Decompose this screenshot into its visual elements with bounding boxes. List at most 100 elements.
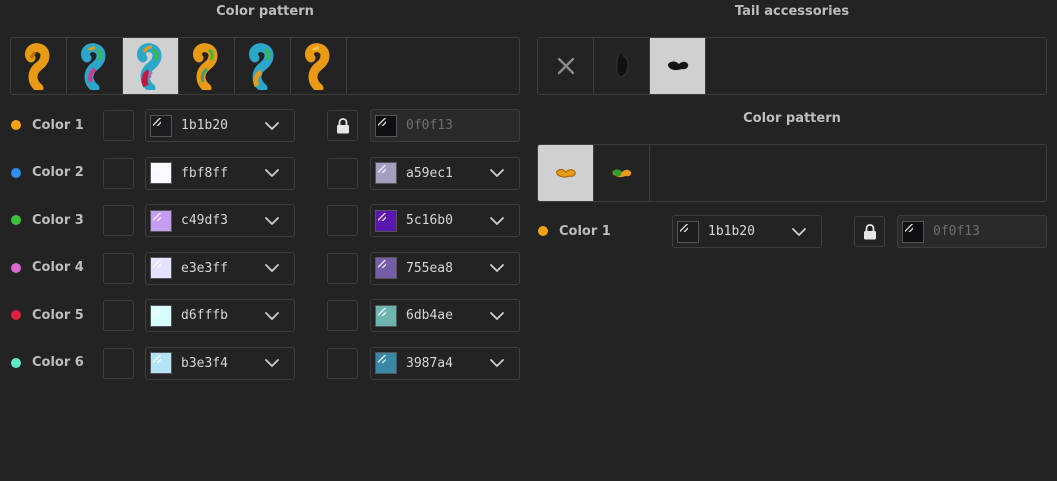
color-toggle-box[interactable] xyxy=(103,300,134,331)
hex-value: fbf8ff xyxy=(181,165,228,181)
accessory-dark-blob[interactable] xyxy=(594,38,650,94)
color-swatch xyxy=(150,114,172,137)
color-label-text: Color 2 xyxy=(32,165,84,180)
chevron-down-icon[interactable] xyxy=(485,306,509,326)
color-label-text: Color 1 xyxy=(559,223,611,239)
bow-icon xyxy=(667,61,688,71)
link-toggle-box[interactable] xyxy=(327,347,358,379)
hex-value: e3e3ff xyxy=(181,260,228,276)
color-dot xyxy=(11,262,21,273)
chevron-down-icon[interactable] xyxy=(485,163,509,183)
color-row-label: Color 4 xyxy=(11,258,84,278)
color-label-text: Color 1 xyxy=(32,117,84,133)
secondary-color-picker[interactable]: 6db4ae xyxy=(370,299,520,332)
lock-button[interactable] xyxy=(327,110,358,141)
chevron-down-icon[interactable] xyxy=(260,163,284,183)
link-toggle-box[interactable] xyxy=(327,300,358,331)
hex-value: c49df3 xyxy=(181,213,228,228)
tail-pattern-2-icon xyxy=(80,43,105,90)
chevron-down-icon[interactable] xyxy=(260,353,284,373)
secondary-color-picker[interactable]: 755ea8 xyxy=(370,251,520,285)
primary-color-picker[interactable]: d6fffb xyxy=(145,299,295,332)
secondary-color-picker: 0f0f13 xyxy=(370,109,520,142)
color-swatch xyxy=(150,352,172,374)
color-row-label: Color 2 xyxy=(11,163,84,183)
accessory-black-bow[interactable] xyxy=(650,38,706,94)
close-icon xyxy=(557,57,574,75)
color-dot xyxy=(11,215,21,225)
lock-icon xyxy=(336,117,350,134)
color-toggle-box[interactable] xyxy=(103,252,134,284)
hex-value: 755ea8 xyxy=(406,260,453,276)
chevron-down-icon[interactable] xyxy=(260,306,284,326)
hex-value: 0f0f13 xyxy=(406,118,453,133)
left-section-title: Color pattern xyxy=(216,4,314,19)
tail-pattern-strip xyxy=(10,37,520,95)
tail-pattern-4[interactable] xyxy=(179,38,235,94)
color-swatch xyxy=(150,304,172,327)
chevron-down-icon[interactable] xyxy=(787,222,811,242)
color-dot xyxy=(11,357,21,368)
chevron-down-icon[interactable] xyxy=(485,258,509,278)
link-toggle-box[interactable] xyxy=(327,205,358,236)
link-toggle-box[interactable] xyxy=(327,252,358,284)
hex-value: 1b1b20 xyxy=(708,224,755,239)
color-swatch xyxy=(150,162,172,184)
chevron-down-icon[interactable] xyxy=(260,258,284,278)
primary-color-picker[interactable]: b3e3f4 xyxy=(145,346,295,380)
accessory-pattern-2[interactable] xyxy=(594,145,650,201)
hex-value: 1b1b20 xyxy=(181,118,228,133)
link-toggle-box[interactable] xyxy=(327,157,358,189)
tail-pattern-1[interactable] xyxy=(11,38,67,94)
secondary-color-picker[interactable]: 3987a4 xyxy=(370,346,520,380)
color-label-text: Color 5 xyxy=(32,307,84,323)
color-toggle-box[interactable] xyxy=(103,205,134,236)
dark-blob-icon xyxy=(615,53,629,78)
accessory-none[interactable] xyxy=(538,38,594,94)
secondary-color-picker[interactable]: 5c16b0 xyxy=(370,204,520,237)
color-swatch xyxy=(375,257,397,279)
chevron-down-icon[interactable] xyxy=(485,211,509,231)
accessory-pattern-1-icon xyxy=(555,168,576,178)
tail-pattern-5-icon xyxy=(248,43,273,90)
hex-value: 3987a4 xyxy=(406,355,453,371)
tail-pattern-2[interactable] xyxy=(67,38,123,94)
accessory-pattern-1[interactable] xyxy=(538,145,594,201)
hex-value: 5c16b0 xyxy=(406,213,453,228)
hex-value: b3e3f4 xyxy=(181,355,228,371)
color-swatch xyxy=(902,220,924,243)
tail-pattern-6[interactable] xyxy=(291,38,347,94)
color-swatch xyxy=(150,209,172,232)
tail-pattern-3-icon xyxy=(136,43,161,90)
color-toggle-box[interactable] xyxy=(103,110,134,141)
color-toggle-box[interactable] xyxy=(103,347,134,379)
chevron-down-icon[interactable] xyxy=(485,353,509,373)
color-label-text: Color 3 xyxy=(32,212,84,228)
secondary-color-picker[interactable]: a59ec1 xyxy=(370,156,520,190)
accessory-pattern-strip xyxy=(537,144,1047,202)
tail-pattern-3[interactable] xyxy=(123,38,179,94)
color-row-label: Color 1 xyxy=(538,221,611,241)
tail-accessory-strip xyxy=(537,37,1047,95)
color-label-text: Color 4 xyxy=(32,260,84,275)
lock-icon xyxy=(863,223,877,240)
color-row-label: Color 5 xyxy=(11,305,84,325)
primary-color-picker[interactable]: 1b1b20 xyxy=(145,109,295,142)
color-swatch xyxy=(375,114,397,137)
primary-color-picker[interactable]: 1b1b20 xyxy=(672,215,822,248)
hex-value: 0f0f13 xyxy=(933,224,980,239)
color-swatch xyxy=(375,162,397,184)
right-section-title: Tail accessories xyxy=(734,4,850,19)
tail-pattern-1-icon xyxy=(24,43,49,90)
color-toggle-box[interactable] xyxy=(103,157,134,189)
primary-color-picker[interactable]: c49df3 xyxy=(145,204,295,237)
tail-pattern-5[interactable] xyxy=(235,38,291,94)
primary-color-picker[interactable]: fbf8ff xyxy=(145,156,295,190)
hex-value: 6db4ae xyxy=(406,308,453,323)
color-row-label: Color 3 xyxy=(11,210,84,230)
chevron-down-icon[interactable] xyxy=(260,116,284,136)
primary-color-picker[interactable]: e3e3ff xyxy=(145,251,295,285)
color-swatch xyxy=(150,257,172,279)
chevron-down-icon[interactable] xyxy=(260,211,284,231)
lock-button[interactable] xyxy=(854,216,885,247)
